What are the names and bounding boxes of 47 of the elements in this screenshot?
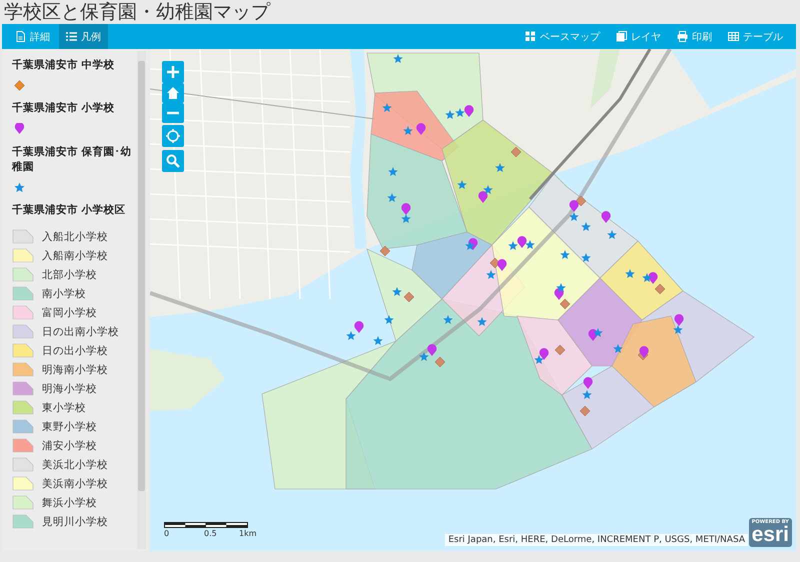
printer-icon — [677, 31, 688, 42]
locate-button[interactable] — [162, 125, 184, 147]
legend-item: 入船南小学校 — [42, 248, 108, 262]
scale-label: 0.5 — [204, 529, 217, 538]
table-icon — [728, 31, 739, 42]
scale-label: 1km — [239, 529, 257, 538]
legend-item: 入船北小学校 — [42, 230, 108, 244]
home-icon — [166, 86, 180, 100]
toolbar-button[interactable]: テーブル — [721, 24, 790, 49]
locate-icon — [166, 129, 180, 143]
legend-item: 北部小学校 — [42, 268, 97, 282]
legend-item: 東小学校 — [42, 400, 86, 414]
toolbar-button[interactable]: 印刷 — [670, 24, 719, 49]
grid-icon — [525, 31, 536, 42]
legend-item: 日の出南小学校 — [42, 324, 119, 338]
legend-heading: 千葉県浦安市 小学校 — [12, 101, 116, 116]
layers-icon — [616, 31, 627, 42]
scrollbar[interactable] — [137, 51, 146, 549]
legend-item: 東野小学校 — [42, 420, 97, 434]
attribution-text: Esri Japan, Esri, HERE, DeLorme, INCREMENT P, USGS, METI/NASA — [445, 534, 748, 546]
brand-logo: esri — [752, 525, 789, 545]
search-icon — [166, 154, 180, 168]
legend-heading: 千葉県浦安市 中学校 — [12, 58, 116, 73]
legend-item: 舞浜小学校 — [42, 496, 97, 510]
legend-item: 南小学校 — [42, 286, 86, 300]
legend-heading: 千葉県浦安市 小学校区 — [12, 203, 127, 218]
legend-item: 見明川小学校 — [42, 514, 108, 528]
legend-item: 日の出小学校 — [42, 344, 108, 358]
legend-item: 浦安小学校 — [42, 438, 97, 452]
legend-item: 明海南小学校 — [42, 362, 108, 376]
search-button[interactable] — [162, 150, 184, 172]
zoom-in-button[interactable] — [162, 61, 184, 83]
legend-item: 富岡小学校 — [42, 306, 97, 320]
toolbar-tab[interactable]: 凡例 — [59, 24, 108, 49]
scale-label: 0 — [164, 529, 170, 538]
legend-heading: 千葉県浦安市 保育園･幼稚園 — [12, 145, 133, 175]
document-icon — [15, 31, 26, 42]
legend-item: 美浜南小学校 — [42, 476, 108, 490]
page-title: 学校区と保育園・幼稚園マップ — [3, 0, 272, 24]
legend-item: 明海小学校 — [42, 382, 97, 396]
legend-item: 美浜北小学校 — [42, 458, 108, 472]
zoom-out-button[interactable] — [162, 103, 184, 123]
toolbar-button[interactable]: レイヤ — [609, 24, 668, 49]
toolbar-tab[interactable]: 詳細 — [8, 24, 57, 49]
zoom-in-icon — [166, 65, 180, 79]
toolbar-button[interactable]: ベースマップ — [518, 24, 607, 49]
list-icon — [66, 31, 77, 42]
